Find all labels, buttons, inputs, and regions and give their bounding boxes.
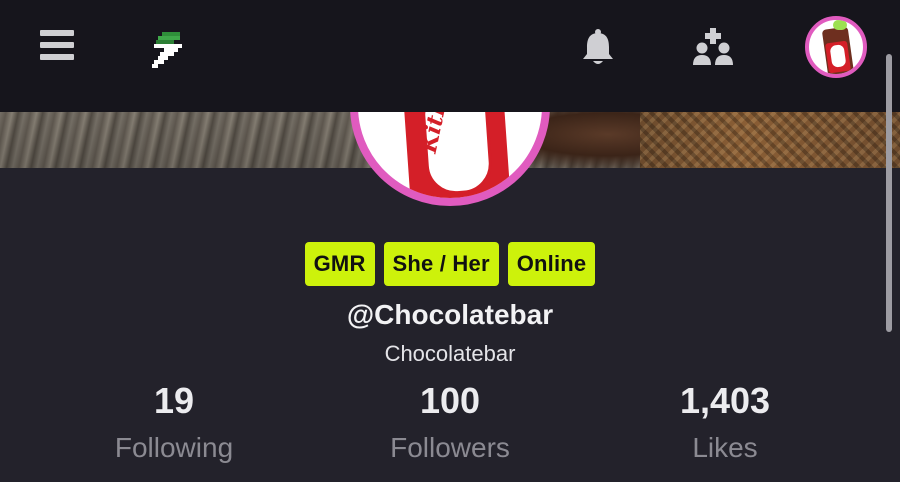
profile-display-name: Chocolatebar <box>384 341 516 366</box>
stat-following[interactable]: 19 Following <box>54 378 294 472</box>
stat-followers[interactable]: 100 Followers <box>330 378 570 472</box>
stat-likes[interactable]: 1,403 Likes <box>605 378 845 472</box>
following-count: 19 <box>153 380 195 421</box>
lightning-logo-icon[interactable] <box>148 30 188 74</box>
profile-handle: @Chocolatebar <box>346 299 554 330</box>
user-avatar[interactable] <box>805 16 867 78</box>
following-label: Following <box>114 432 234 463</box>
badge-gmr: GMR <box>304 242 375 286</box>
avatar-bow <box>833 20 847 30</box>
banner-weave <box>640 112 900 168</box>
badge-pronouns: She / Her <box>383 242 499 286</box>
add-friend-icon[interactable] <box>692 28 734 66</box>
menu-icon[interactable] <box>40 30 74 62</box>
likes-count: 1,403 <box>679 380 771 421</box>
bell-icon[interactable] <box>580 28 616 66</box>
badge-online-status: Online <box>507 242 596 286</box>
profile-stats: 19 Following 100 Followers 1,403 Likes <box>0 378 900 482</box>
scrollbar-thumb[interactable] <box>886 54 892 332</box>
followers-label: Followers <box>390 432 510 463</box>
profile-badges: GMR She / Her Online <box>0 242 900 286</box>
profile-page: KitKat <box>0 0 900 482</box>
followers-count: 100 <box>419 380 481 421</box>
likes-label: Likes <box>692 432 758 463</box>
top-navigation-bar <box>0 0 900 112</box>
